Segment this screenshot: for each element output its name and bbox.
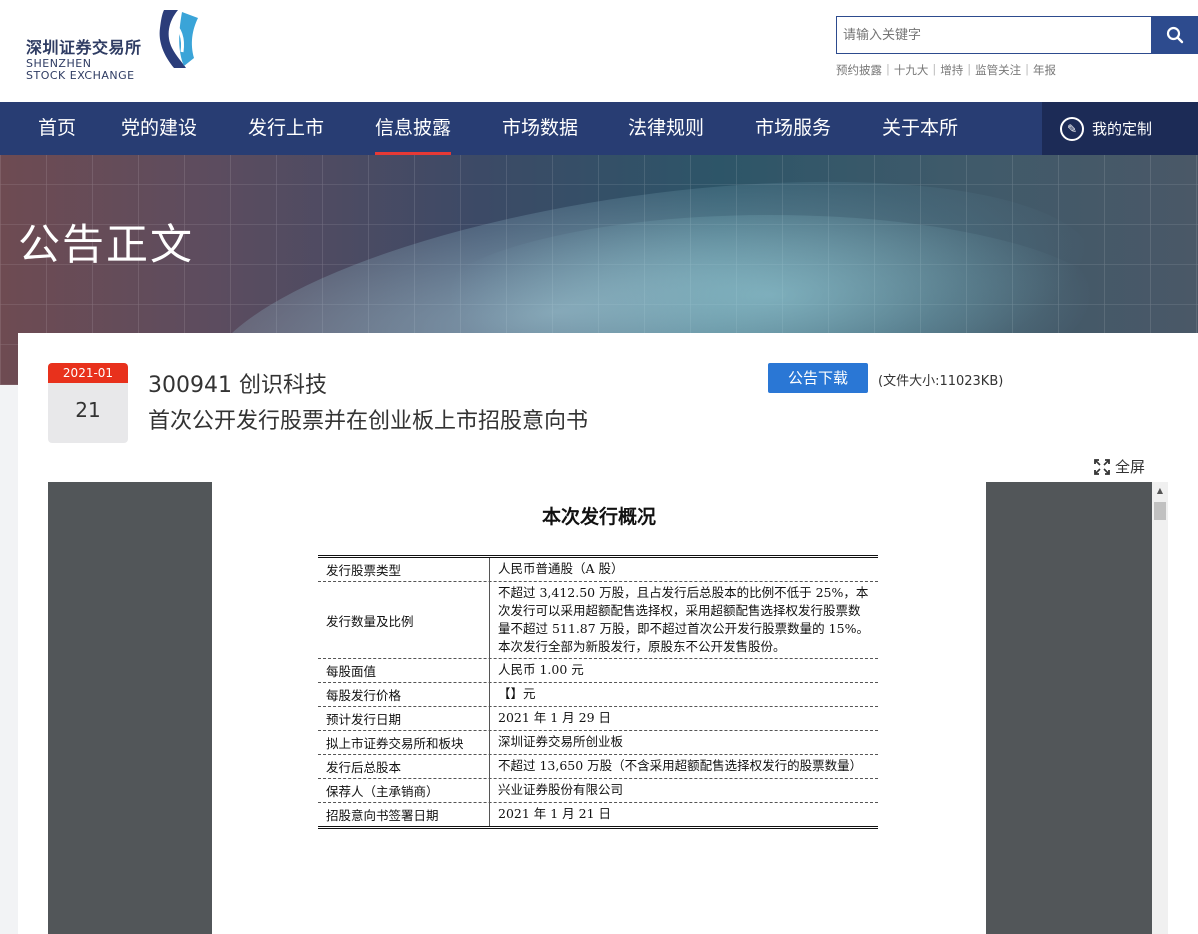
logo-english-line2: STOCK EXCHANGE xyxy=(26,69,135,82)
table-row-label: 发行数量及比例 xyxy=(318,582,490,658)
table-row: 保荐人（主承销商） 兴业证券股份有限公司 xyxy=(318,779,878,803)
page-title: 公告正文 xyxy=(18,220,195,269)
download-button[interactable]: 公告下载 xyxy=(768,363,868,393)
table-row-value: 不超过 13,650 万股（不含采用超额配售选择权发行的股票数量） xyxy=(498,758,863,773)
nav-about[interactable]: 关于本所 xyxy=(882,102,958,155)
pdf-viewer[interactable]: 本次发行概况 发行股票类型 人民币普通股（A 股） 发行数量及比例 不超过 3,412… xyxy=(48,482,1168,934)
pdf-page: 本次发行概况 发行股票类型 人民币普通股（A 股） 发行数量及比例 不超过 3,412… xyxy=(212,482,986,934)
table-row-value: 人民币普通股（A 股） xyxy=(498,561,624,576)
szse-logo[interactable]: 深圳证券交易所 SHENZHEN STOCK EXCHANGE xyxy=(26,8,206,88)
table-row: 预计发行日期 2021 年 1 月 29 日 xyxy=(318,707,878,731)
table-row: 发行数量及比例 不超过 3,412.50 万股，且占发行后总股本的比例不低于 25… xyxy=(318,582,878,659)
fullscreen-button[interactable]: 全屏 xyxy=(1094,456,1145,477)
site-header: 深圳证券交易所 SHENZHEN STOCK EXCHANGE 预约披露| 十九… xyxy=(0,0,1198,102)
table-row-value: 【】元 xyxy=(498,686,536,701)
search-box xyxy=(836,16,1152,54)
table-row: 每股发行价格 【】元 xyxy=(318,683,878,707)
logo-chinese-name: 深圳证券交易所 xyxy=(26,38,142,57)
fullscreen-icon xyxy=(1094,458,1110,475)
nav-disclosure[interactable]: 信息披露 xyxy=(375,102,452,155)
my-custom-label: 我的定制 xyxy=(1092,120,1153,138)
table-row-label: 预计发行日期 xyxy=(318,707,490,730)
table-row-value: 2021 年 1 月 29 日 xyxy=(498,710,612,725)
nav-issuance-listing[interactable]: 发行上市 xyxy=(248,102,324,155)
quick-link-increase-holding[interactable]: 增持 xyxy=(940,62,963,78)
my-custom-button[interactable]: ✎ 我的定制 xyxy=(1042,102,1198,155)
main-nav: 首页 党的建设 发行上市 信息披露 市场数据 法律规则 市场服务 关于本所 ✎ … xyxy=(0,102,1198,155)
nav-rules[interactable]: 法律规则 xyxy=(628,102,704,155)
nav-market-data[interactable]: 市场数据 xyxy=(502,102,578,155)
nav-market-services[interactable]: 市场服务 xyxy=(755,102,831,155)
table-row-label: 每股发行价格 xyxy=(318,683,490,706)
table-row-value: 2021 年 1 月 21 日 xyxy=(498,806,612,821)
scroll-thumb[interactable] xyxy=(1154,502,1166,520)
search-button[interactable] xyxy=(1152,16,1198,54)
table-row-value: 不超过 3,412.50 万股，且占发行后总股本的比例不低于 25%，本次发行可… xyxy=(498,585,869,654)
nav-home[interactable]: 首页 xyxy=(38,102,76,155)
table-row: 发行后总股本 不超过 13,650 万股（不含采用超额配售选择权发行的股票数量） xyxy=(318,755,878,779)
offering-summary-table: 发行股票类型 人民币普通股（A 股） 发行数量及比例 不超过 3,412.50 万股，… xyxy=(318,555,878,829)
date-badge: 2021-01 21 xyxy=(48,363,128,443)
table-row: 发行股票类型 人民币普通股（A 股） xyxy=(318,558,878,582)
announcement-card: 2021-01 21 300941 创识科技 首次公开发行股票并在创业板上市招股… xyxy=(18,333,1198,934)
table-row: 每股面值 人民币 1.00 元 xyxy=(318,659,878,683)
fullscreen-label: 全屏 xyxy=(1115,458,1146,476)
quick-link-19th-congress[interactable]: 十九大 xyxy=(894,62,929,78)
quick-link-regulatory-focus[interactable]: 监管关注 xyxy=(975,62,1021,78)
date-day: 21 xyxy=(75,398,101,422)
search-icon xyxy=(1166,26,1184,44)
table-row-label: 保荐人（主承销商） xyxy=(318,779,490,802)
quick-link-annual-report[interactable]: 年报 xyxy=(1033,62,1056,78)
table-row: 招股意向书签署日期 2021 年 1 月 21 日 xyxy=(318,803,878,826)
pdf-heading: 本次发行概况 xyxy=(541,506,656,528)
file-size: (文件大小:11023KB) xyxy=(878,374,1004,389)
search-input[interactable] xyxy=(837,17,1151,53)
announcement-title: 首次公开发行股票并在创业板上市招股意向书 xyxy=(148,409,589,434)
table-row-value: 深圳证券交易所创业板 xyxy=(498,734,624,749)
quick-link-preannounce[interactable]: 预约披露 xyxy=(836,62,882,78)
table-row-label: 招股意向书签署日期 xyxy=(318,803,490,826)
table-row: 拟上市证券交易所和板块 深圳证券交易所创业板 xyxy=(318,731,878,755)
table-row-label: 每股面值 xyxy=(318,659,490,682)
stock-code-name: 300941 创识科技 xyxy=(148,373,327,398)
custom-icon: ✎ xyxy=(1060,116,1084,141)
nav-party-building[interactable]: 党的建设 xyxy=(121,102,197,155)
pdf-scrollbar[interactable]: ▲ xyxy=(1152,482,1168,934)
table-row-label: 拟上市证券交易所和板块 xyxy=(318,731,490,754)
logo-mark-icon xyxy=(159,10,198,68)
scroll-up-arrow-icon[interactable]: ▲ xyxy=(1152,482,1168,498)
quick-links: 预约披露 | 十九大 | 增持 | 监管关注 | 年报 xyxy=(836,62,1056,78)
table-row-label: 发行股票类型 xyxy=(318,558,490,581)
date-month: 2021-01 xyxy=(48,363,128,383)
table-row-value: 兴业证券股份有限公司 xyxy=(498,782,624,797)
table-row-label: 发行后总股本 xyxy=(318,755,490,778)
table-row-value: 人民币 1.00 元 xyxy=(498,662,584,677)
